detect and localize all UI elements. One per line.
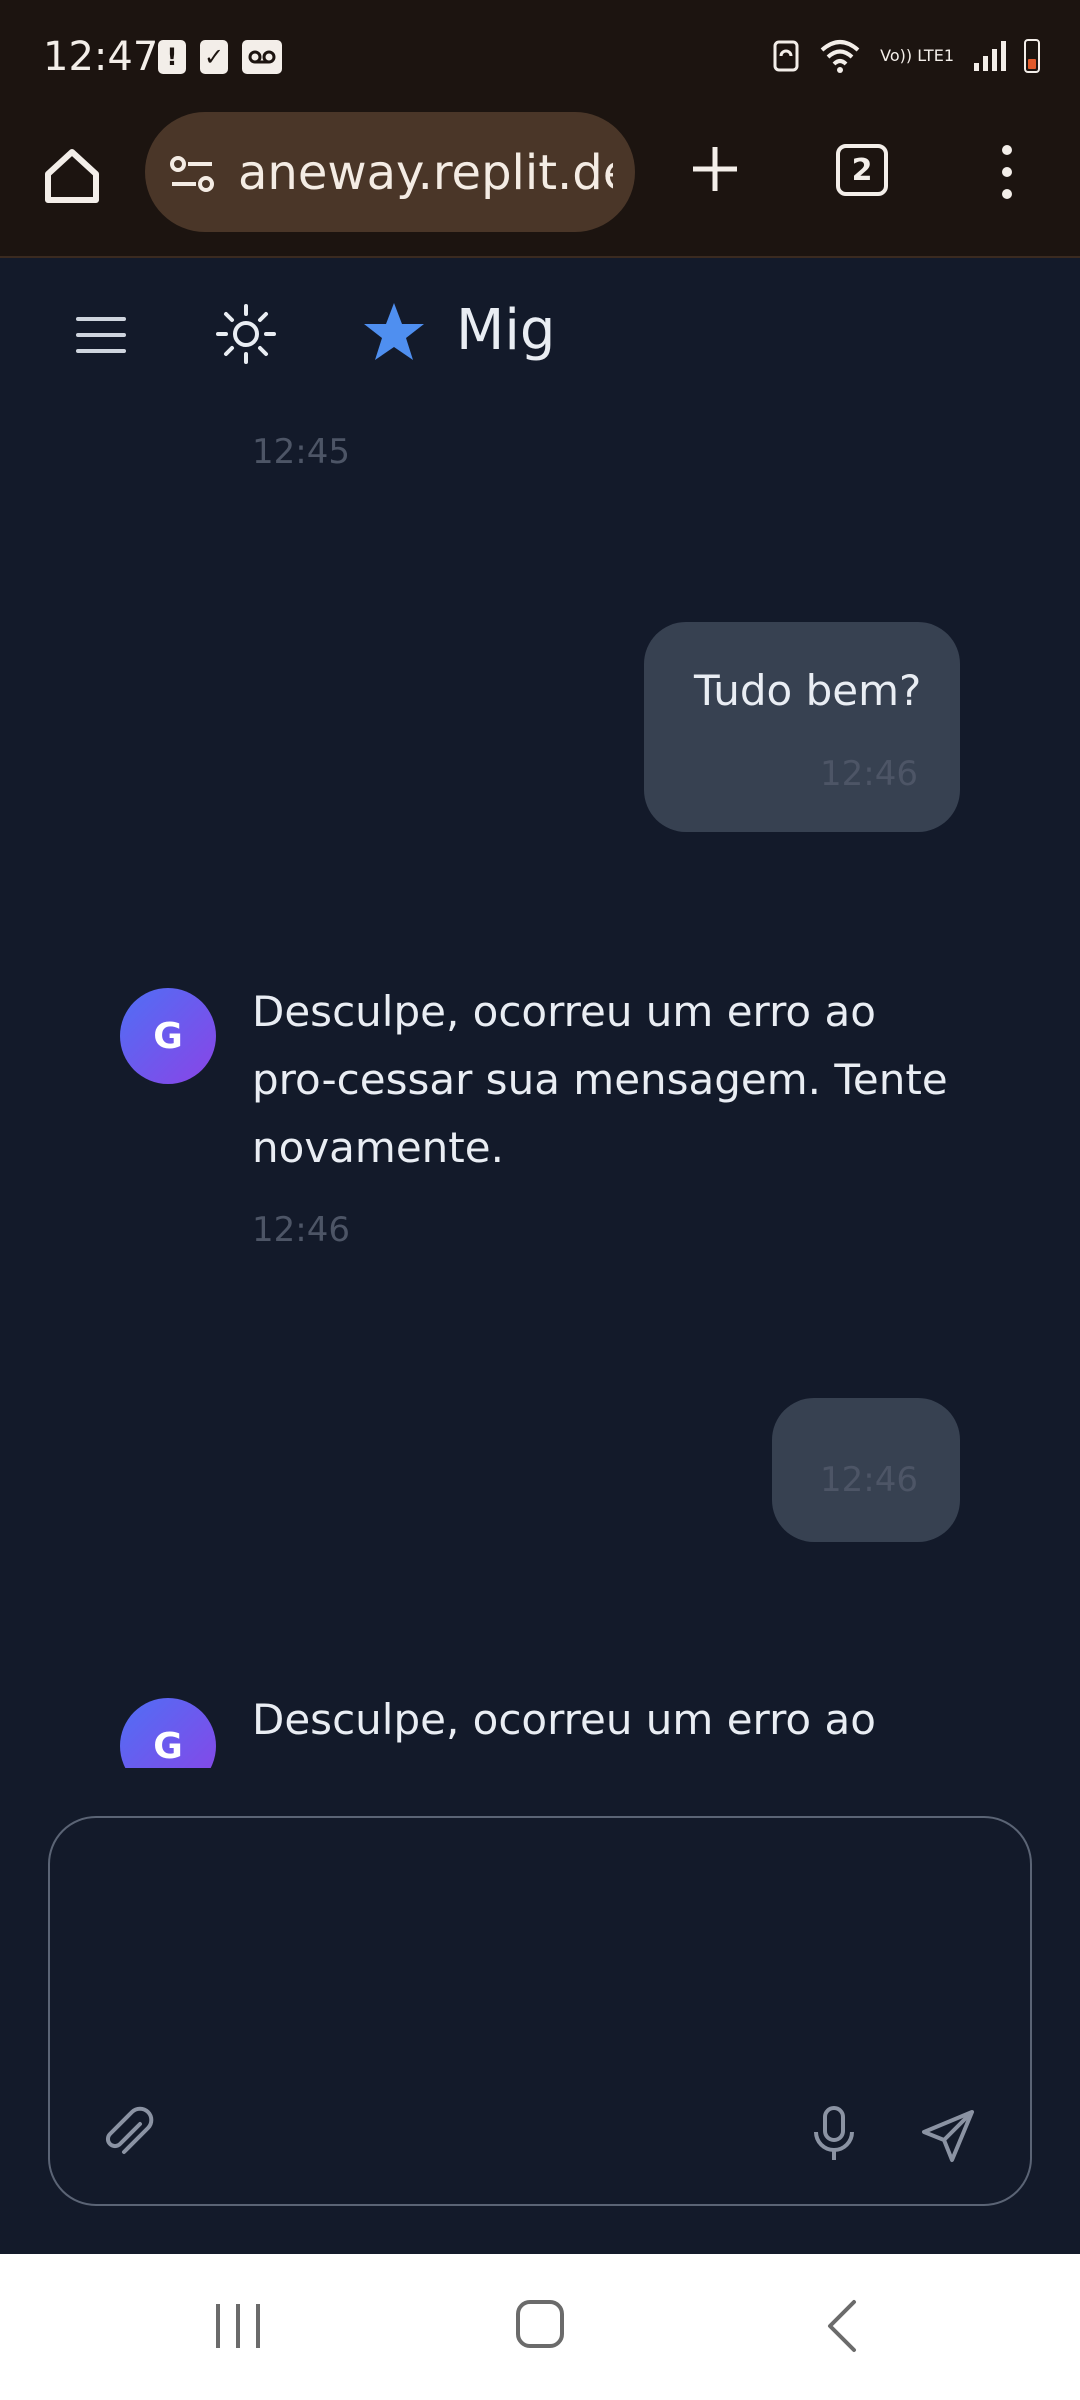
message-time: 12:46 (820, 1460, 918, 1500)
user-message-bubble: 12:46 (772, 1398, 960, 1542)
avatar: G (120, 988, 216, 1084)
home-button-icon[interactable] (514, 2298, 566, 2350)
message-time: 12:45 (252, 432, 350, 472)
microphone-icon[interactable] (808, 2104, 860, 2164)
message-input[interactable] (90, 1848, 994, 2052)
message-composer (48, 1816, 1032, 2206)
user-message-bubble: Tudo bem? 12:46 (644, 622, 960, 832)
avatar: G (120, 1698, 216, 1768)
message-time: 12:46 (820, 754, 918, 794)
back-icon[interactable] (822, 2298, 862, 2354)
system-navigation-bar (0, 2254, 1080, 2400)
user-message-text: Tudo bem? (694, 666, 922, 715)
chat-messages: 12:45 Tudo bem? 12:46 G Desculpe, ocorre… (0, 0, 1080, 1768)
assistant-message-text: Desculpe, ocorreu um erro ao pro- (252, 1695, 876, 1768)
paperclip-icon[interactable] (100, 2106, 156, 2162)
assistant-message-text: Desculpe, ocorreu um erro ao pro-cessar … (252, 987, 948, 1172)
recent-apps-icon[interactable] (210, 2298, 266, 2354)
send-icon[interactable] (918, 2106, 978, 2166)
message-time: 12:46 (252, 1210, 350, 1250)
